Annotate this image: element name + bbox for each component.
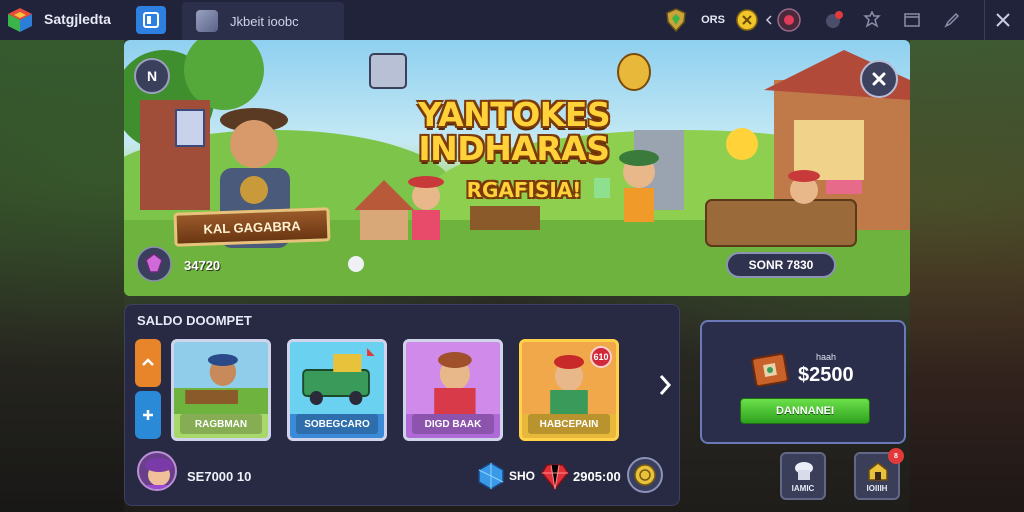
notification-icon: [826, 11, 843, 28]
titlebar-divider: [984, 0, 985, 40]
banner-price-button[interactable]: SONR 7830: [726, 252, 836, 278]
hero-card[interactable]: DIGD BAAK: [403, 339, 503, 441]
inventory-button[interactable]: IAMIC: [780, 452, 826, 500]
house-icon: [868, 462, 888, 481]
coin-icon: [736, 9, 758, 31]
blue-gem-icon: [478, 462, 504, 490]
collection-title: SALDO DOOMPET: [137, 313, 252, 328]
hero-card-art: [174, 342, 268, 414]
quests-button-label: IOIIIH: [866, 484, 888, 493]
gem-icon: [136, 246, 172, 282]
notifications-button[interactable]: [820, 0, 848, 40]
banner-subtitle: RGAFISIA!: [466, 178, 582, 202]
inventory-button-label: IAMIC: [791, 484, 815, 493]
blue-gem-amount: SHO: [509, 469, 536, 483]
event-badge-label: N: [146, 68, 158, 84]
window-icon: [904, 13, 920, 27]
app-name: Satgjledta: [44, 11, 111, 27]
notification-badge: 8: [888, 448, 904, 464]
event-banner[interactable]: N YANTOKES INDHARAS RGAFISIA! KAL GAGABR…: [124, 40, 910, 296]
banner-title-line2: INDHARAS: [418, 129, 610, 168]
hero-card[interactable]: 610 HABCEPAIN: [519, 339, 619, 441]
currency-shop-button[interactable]: [627, 457, 663, 493]
edit-button[interactable]: [938, 0, 966, 40]
banner-price-label: SONR 7830: [748, 258, 814, 272]
hero-card-name: DIGD BAAK: [412, 414, 494, 434]
avatar[interactable]: [137, 451, 177, 491]
hero-name-ribbon: KAL GAGABRA: [173, 207, 331, 247]
dropdown-button[interactable]: [762, 0, 776, 40]
shield-icon: [666, 8, 686, 32]
quests-button[interactable]: IOIIIH 8: [854, 448, 904, 500]
home-button[interactable]: [136, 6, 166, 34]
counter-label: ORS: [701, 14, 725, 26]
close-window-button[interactable]: [988, 0, 1018, 40]
tab-game-label: Jkbeit ioobc: [230, 13, 299, 29]
hero-card-name: RAGBMAN: [180, 414, 262, 434]
coin-icon: [634, 464, 656, 486]
red-gem-icon: [541, 464, 569, 491]
hero-card-art: [290, 342, 384, 414]
gem-amount: 34720: [184, 258, 221, 273]
coin-button[interactable]: [734, 0, 760, 40]
hero-card-badge: 610: [590, 346, 612, 368]
player-avatar-icon: [145, 458, 173, 489]
offer-small-label: haah: [816, 352, 837, 362]
side-tab-add[interactable]: [135, 391, 161, 439]
edit-icon: [944, 12, 960, 28]
red-gem-amount: 2905:00: [573, 469, 621, 484]
hero-card[interactable]: RAGBMAN: [171, 339, 271, 441]
background-scenery-right: [910, 40, 1024, 512]
hero-card-art: [406, 342, 500, 414]
tab-game[interactable]: Jkbeit ioobc: [182, 2, 344, 40]
shield-button[interactable]: [662, 0, 690, 40]
home-icon: [143, 12, 159, 28]
app-logo-icon: [8, 8, 32, 32]
offer-price: $2500: [798, 364, 854, 386]
player-stat: SE7000 10: [187, 469, 252, 484]
special-offer-card: haah $2500 DANNANEI: [700, 320, 906, 444]
collection-panel: SALDO DOOMPET RAGBMAN SOBEGCARO DIGD BAA…: [124, 304, 680, 506]
close-icon: [872, 72, 886, 86]
side-tab-offers[interactable]: [135, 339, 161, 387]
plus-icon: [143, 410, 153, 420]
profile-badge-icon: [777, 8, 801, 32]
hero-card-name: SOBEGCARO: [296, 414, 378, 434]
buy-button[interactable]: DANNANEI: [740, 398, 870, 424]
window-mode-button[interactable]: [898, 0, 926, 40]
event-badge[interactable]: N: [134, 58, 170, 94]
next-page-button[interactable]: [653, 369, 677, 401]
game-thumbnail-icon: [196, 10, 218, 32]
chevron-left-icon: [765, 15, 772, 25]
profile-button[interactable]: [776, 0, 802, 40]
settings-icon: [863, 11, 881, 28]
close-icon: [996, 13, 1010, 27]
chevron-right-icon: [659, 375, 672, 395]
hero-name-label: KAL GAGABRA: [203, 217, 301, 237]
chef-hat-icon: [795, 462, 813, 480]
banner-title-line1: YANTOKES: [417, 95, 611, 134]
emulator-titlebar: Satgjledta Jkbeit ioobc ORS: [0, 0, 1024, 40]
buy-button-label: DANNANEI: [775, 405, 835, 417]
chest-icon: [751, 352, 789, 388]
hero-card[interactable]: SOBEGCARO: [287, 339, 387, 441]
chevron-up-icon: [142, 358, 154, 366]
banner-close-button[interactable]: [860, 60, 898, 98]
hero-card-name: HABCEPAIN: [528, 414, 610, 434]
settings-button[interactable]: [858, 0, 886, 40]
background-scenery-left: [0, 40, 124, 512]
banner-title: YANTOKES INDHARAS: [394, 98, 634, 166]
